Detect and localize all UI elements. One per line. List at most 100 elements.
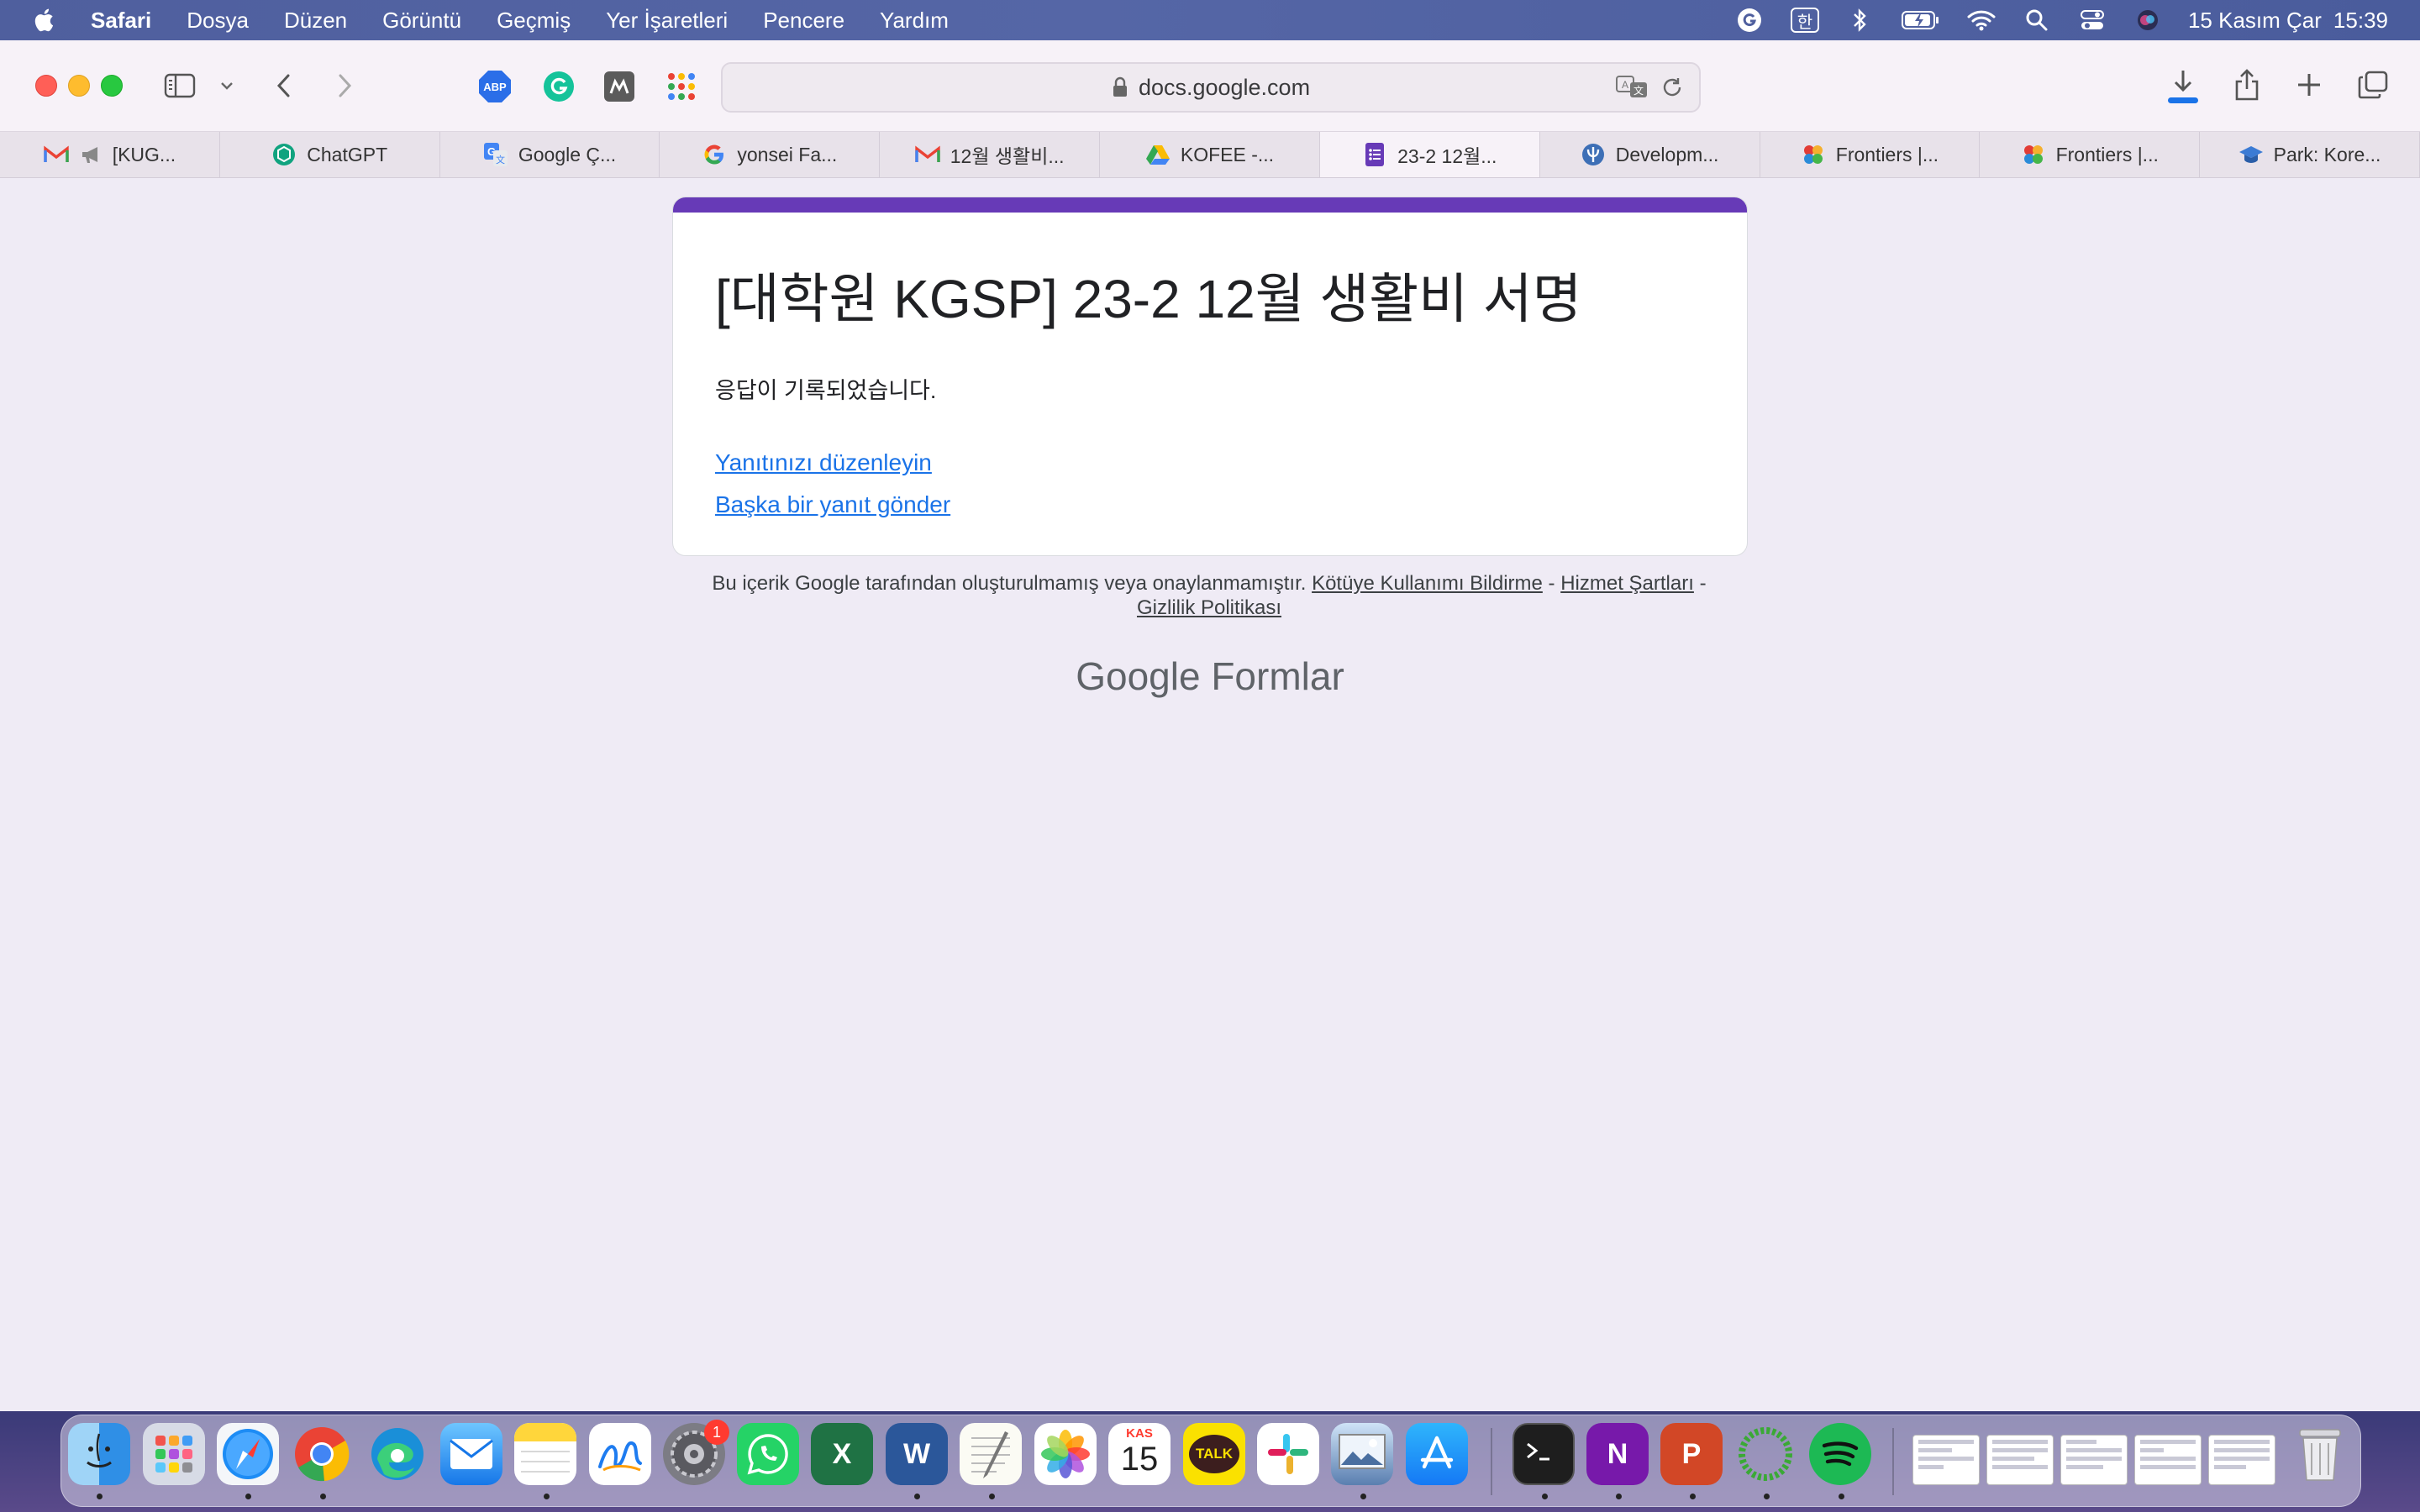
downloads-icon[interactable] — [2165, 66, 2202, 108]
tab-google-translate[interactable]: G文 Google Ç... — [440, 132, 660, 177]
tab-park-korea[interactable]: Park: Kore... — [2200, 132, 2420, 177]
minimized-window-thumbnail[interactable] — [1912, 1435, 1980, 1485]
minimize-window-button[interactable] — [68, 75, 90, 97]
google-forms-logo[interactable]: Google Formlar — [0, 654, 2420, 699]
menu-yer-isaretleri[interactable]: Yer İşaretleri — [606, 8, 728, 34]
menu-yardim[interactable]: Yardım — [880, 8, 949, 34]
forward-button[interactable] — [329, 69, 360, 102]
edge-icon[interactable] — [366, 1423, 429, 1485]
menu-gecmis[interactable]: Geçmiş — [497, 8, 571, 34]
tab-chatgpt[interactable]: ChatGPT — [220, 132, 440, 177]
terminal-icon[interactable] — [1512, 1423, 1575, 1485]
menubar-clock[interactable]: 15 Kasım Çar 15:39 — [2188, 8, 2388, 34]
privacy-policy-link[interactable]: Gizlilik Politikası — [1137, 596, 1281, 619]
notes-icon[interactable] — [514, 1423, 576, 1485]
menu-duzen[interactable]: Düzen — [284, 8, 347, 34]
siri-icon[interactable] — [2133, 5, 2163, 35]
tab-label: ChatGPT — [307, 143, 388, 165]
spotlight-search-icon[interactable] — [2022, 5, 2052, 35]
adblock-plus-icon[interactable]: ABP — [477, 69, 513, 104]
menu-safari[interactable]: Safari — [91, 8, 151, 34]
activity-ring-icon[interactable] — [1734, 1423, 1797, 1485]
minimized-window-thumbnail[interactable] — [1986, 1435, 2054, 1485]
menubar-time: 15:39 — [2333, 7, 2388, 33]
svg-text:ABP: ABP — [483, 81, 507, 93]
back-button[interactable] — [269, 69, 299, 102]
menu-bar: Safari Dosya Düzen Görüntü Geçmiş Yer İş… — [0, 0, 2420, 40]
textedit-running-indicator — [989, 1494, 995, 1499]
settings-notification-badge: 1 — [704, 1420, 729, 1445]
trash-icon[interactable] — [2289, 1423, 2351, 1485]
tab-label: Frontiers |... — [2055, 143, 2159, 165]
freeform-icon[interactable] — [589, 1423, 651, 1485]
report-abuse-link[interactable]: Kötüye Kullanımı Bildirme — [1312, 572, 1543, 595]
onenote-icon[interactable]: N — [1586, 1423, 1649, 1485]
svg-text:文: 文 — [496, 154, 505, 165]
spotify-icon[interactable] — [1809, 1423, 1871, 1485]
tab-frontiers-1[interactable]: Frontiers |... — [1760, 132, 1981, 177]
spotify-running-indicator — [1839, 1494, 1844, 1499]
powerpoint-icon[interactable]: P — [1660, 1423, 1723, 1485]
bluetooth-icon[interactable] — [1845, 5, 1876, 35]
new-tab-icon[interactable] — [2292, 67, 2326, 102]
address-bar[interactable]: docs.google.com A文 — [721, 62, 1701, 113]
activity-running-indicator — [1764, 1494, 1770, 1499]
launchpad-icon[interactable] — [143, 1423, 205, 1485]
translate-icon[interactable]: A文 — [1615, 74, 1649, 105]
svg-text:文: 文 — [1634, 84, 1644, 97]
wifi-icon[interactable] — [1966, 5, 1996, 35]
grammarly-status-icon[interactable] — [1734, 5, 1765, 35]
tab-frontiers-2[interactable]: Frontiers |... — [1980, 132, 2201, 177]
battery-icon[interactable] — [1901, 5, 1941, 35]
mail-icon[interactable] — [440, 1423, 502, 1485]
minimized-window-thumbnail[interactable] — [2060, 1435, 2128, 1485]
excel-icon[interactable]: X — [811, 1423, 873, 1485]
google-apps-icon[interactable] — [664, 69, 699, 104]
textedit-icon[interactable] — [960, 1423, 1022, 1485]
grammarly-icon[interactable] — [541, 69, 576, 104]
chrome-icon[interactable] — [291, 1423, 353, 1485]
safari-running-indicator — [245, 1494, 251, 1499]
mendeley-icon[interactable] — [602, 69, 637, 104]
submit-another-response-link[interactable]: Başka bir yanıt gönder — [715, 491, 950, 518]
minimized-window-thumbnail[interactable] — [2134, 1435, 2202, 1485]
share-icon[interactable] — [2230, 66, 2264, 104]
tab-gmail-kug[interactable]: [KUG... — [0, 132, 220, 177]
control-center-icon[interactable] — [2077, 5, 2107, 35]
tab-google-forms[interactable]: 23-2 12월... — [1319, 132, 1540, 177]
calendar-icon[interactable]: KAS 15 — [1108, 1423, 1171, 1485]
tab-label: 12월 생활비... — [950, 145, 1065, 167]
photos-icon[interactable] — [1034, 1423, 1097, 1485]
kakaotalk-icon[interactable]: TALK — [1183, 1423, 1245, 1485]
confirmation-message: 응답이 기록되었습니다. — [715, 378, 937, 403]
app-store-icon[interactable] — [1406, 1423, 1468, 1485]
tab-overview-icon[interactable] — [2354, 67, 2391, 102]
tab-kofee-drive[interactable]: KOFEE -... — [1100, 132, 1320, 177]
minimized-window-thumbnail[interactable] — [2208, 1435, 2275, 1485]
whatsapp-icon[interactable] — [737, 1423, 799, 1485]
gmail-icon — [915, 142, 940, 167]
terms-of-service-link[interactable]: Hizmet Şartları — [1560, 572, 1694, 595]
menu-goruntu[interactable]: Görüntü — [382, 8, 461, 34]
sidebar-toggle-icon[interactable] — [163, 69, 197, 102]
powerpoint-letter: P — [1681, 1437, 1702, 1470]
apple-icon[interactable] — [32, 7, 59, 34]
close-window-button[interactable] — [35, 75, 57, 97]
menu-dosya[interactable]: Dosya — [187, 8, 249, 34]
zoom-window-button[interactable] — [101, 75, 123, 97]
menu-pencere[interactable]: Pencere — [763, 8, 844, 34]
finder-icon[interactable] — [68, 1423, 130, 1485]
tab-yonsei-google[interactable]: yonsei Fa... — [660, 132, 881, 177]
input-source-icon[interactable]: 한 — [1790, 5, 1820, 35]
tab-gmail-living-cost[interactable]: 12월 생활비... — [880, 132, 1101, 177]
edit-response-link[interactable]: Yanıtınızı düzenleyin — [715, 449, 932, 476]
url-text: docs.google.com — [1138, 74, 1311, 100]
tab-development[interactable]: Developm... — [1540, 132, 1760, 177]
chevron-down-icon[interactable] — [217, 74, 237, 97]
slack-icon[interactable] — [1257, 1423, 1319, 1485]
safari-icon[interactable] — [217, 1423, 279, 1485]
reload-icon[interactable] — [1660, 76, 1684, 105]
preview-icon[interactable] — [1331, 1423, 1393, 1485]
google-forms-icon — [1362, 142, 1387, 167]
word-icon[interactable]: W — [886, 1423, 948, 1485]
